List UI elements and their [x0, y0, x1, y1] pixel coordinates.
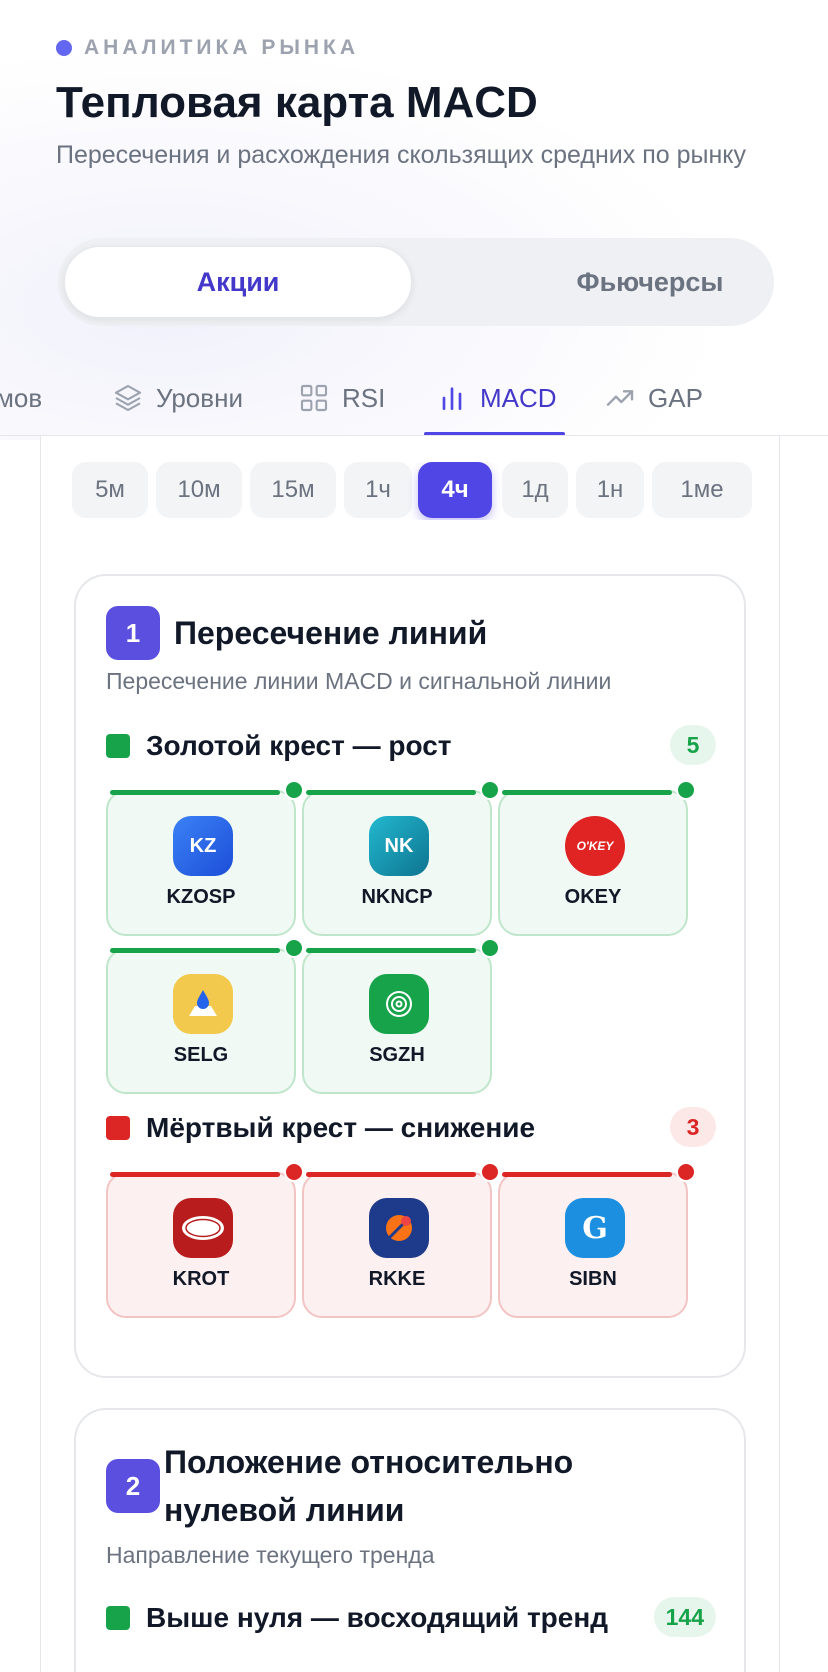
sgzh-logo-icon	[369, 974, 429, 1034]
timeframe-1h[interactable]: 1ч	[344, 462, 412, 518]
count-badge: 144	[653, 1597, 716, 1637]
group-label: Выше нуля — восходящий тренд	[146, 1602, 609, 1633]
count-badge: 5	[670, 725, 716, 765]
eyebrow: АНАЛИТИКА РЫНКА	[56, 36, 359, 60]
sibn-logo-icon: G	[565, 1198, 625, 1258]
group-label: Золотой крест — рост	[146, 730, 452, 761]
ticker-tile-sibn[interactable]: G SIBN	[498, 1162, 696, 1318]
tab-levels[interactable]: Уровни	[112, 360, 243, 435]
krot-logo-icon	[173, 1198, 233, 1258]
segment-futures[interactable]: Фьючерсы	[476, 246, 824, 318]
tab-label: MACD	[480, 382, 557, 413]
page-title: Тепловая карта MACD	[56, 78, 538, 127]
timeframe-4h[interactable]: 4ч	[418, 462, 492, 518]
group-label: Мёртвый крест — снижение	[146, 1112, 536, 1143]
golden-cross-header: Золотой крест — рост 5	[106, 725, 716, 766]
section-number-badge: 1	[106, 606, 160, 660]
timeframe-1d[interactable]: 1д	[502, 462, 568, 518]
tab-label: Уровни	[156, 382, 243, 413]
tile-status-dot	[284, 1162, 304, 1182]
tab-gap[interactable]: GAP	[604, 360, 703, 435]
timeframe-15m[interactable]: 15м	[250, 462, 336, 518]
ticker-tile-selg[interactable]: SELG	[106, 938, 304, 1094]
rkke-logo-icon	[369, 1198, 429, 1258]
section-subtitle: Направление текущего тренда	[106, 1542, 435, 1568]
count-badge: 3	[670, 1107, 716, 1147]
tab-label: мов	[0, 382, 43, 413]
tile-status-dot	[480, 1162, 500, 1182]
eyebrow-dot-icon	[56, 40, 72, 56]
tab-volumes[interactable]: мов	[0, 360, 43, 435]
tile-top-bar	[110, 790, 280, 795]
selg-logo-icon	[173, 974, 233, 1034]
tile-status-dot	[284, 780, 304, 800]
market-segment-control: Акции Фьючерсы	[58, 238, 774, 326]
ticker-symbol: NKNCP	[361, 886, 433, 908]
tile-top-bar	[502, 790, 672, 795]
eyebrow-label: АНАЛИТИКА РЫНКА	[84, 36, 360, 59]
tile-status-dot	[480, 780, 500, 800]
ticker-tile-kzosp[interactable]: KZ KZOSP	[106, 780, 304, 936]
ticker-tile-krot[interactable]: KROT	[106, 1162, 304, 1318]
ticker-symbol: SELG	[173, 1044, 229, 1066]
above-zero-header: Выше нуля — восходящий тренд 144	[106, 1597, 716, 1638]
section-title-line2: нулевой линии	[164, 1492, 405, 1528]
trending-up-icon	[606, 390, 634, 406]
tab-macd[interactable]: MACD	[424, 360, 565, 435]
tile-top-bar	[110, 1172, 280, 1177]
section-number-badge: 2	[106, 1459, 160, 1513]
section-subtitle: Пересечение линии MACD и сигнальной лини…	[106, 668, 612, 694]
rocket-emblem-icon	[386, 1215, 412, 1241]
timeframe-1w[interactable]: 1н	[576, 462, 644, 518]
kzosp-logo-icon: KZ	[173, 816, 233, 876]
section-crossover-card: 1 Пересечение линий Пересечение линии MA…	[74, 574, 746, 1378]
ticker-symbol: RKKE	[368, 1268, 426, 1290]
tab-label: RSI	[342, 382, 386, 413]
timeframe-10m[interactable]: 10м	[156, 462, 242, 518]
segment-stocks[interactable]: Акции	[64, 246, 412, 318]
grid-icon	[300, 384, 328, 412]
ticker-tile-rkke[interactable]: RKKE	[302, 1162, 500, 1318]
tile-top-bar	[110, 948, 280, 953]
timeframe-5m[interactable]: 5м	[72, 462, 148, 518]
tab-label: GAP	[648, 382, 703, 413]
bar-chart-icon	[442, 387, 462, 410]
ticker-tile-sgzh[interactable]: SGZH	[302, 938, 500, 1094]
tile-top-bar	[306, 948, 476, 953]
ticker-tile-nkncp[interactable]: NK NKNCP	[302, 780, 500, 936]
nkncp-logo-icon: NK	[369, 816, 429, 876]
indicator-tabs: мов Уровни RSI MACD GAP	[0, 360, 828, 436]
ticker-symbol: SIBN	[569, 1268, 617, 1290]
timeframe-1mo[interactable]: 1ме	[652, 462, 752, 518]
green-square-icon	[106, 1606, 130, 1630]
drop-icon	[189, 990, 217, 1016]
tile-status-dot	[284, 938, 304, 958]
ticker-symbol: SGZH	[369, 1044, 425, 1066]
section-title: Пересечение линий	[174, 615, 488, 651]
oval-emblem-icon	[182, 1216, 224, 1240]
death-cross-header: Мёртвый крест — снижение 3	[106, 1107, 716, 1148]
tile-top-bar	[306, 790, 476, 795]
section-zero-line-card: 2 Положение относительно нулевой линии Н…	[74, 1408, 746, 1672]
green-square-icon	[106, 734, 130, 758]
ticker-symbol: KZOSP	[166, 886, 236, 908]
okey-logo-icon: O'KEY	[565, 816, 625, 876]
tile-top-bar	[306, 1172, 476, 1177]
tile-status-dot	[480, 938, 500, 958]
tab-rsi[interactable]: RSI	[298, 360, 386, 435]
tile-status-dot	[676, 1162, 696, 1182]
ticker-tile-okey[interactable]: O'KEY OKEY	[498, 780, 696, 936]
ticker-symbol: KROT	[172, 1268, 230, 1290]
timeframe-selector: 5м 10м 15м 1ч 4ч 1д 1н 1ме	[72, 462, 754, 520]
section-title-line1: Положение относительно	[164, 1444, 574, 1480]
ticker-symbol: OKEY	[564, 886, 622, 908]
tile-top-bar	[502, 1172, 672, 1177]
layers-icon	[114, 384, 142, 412]
page-subtitle: Пересечения и расхождения скользящих сре…	[56, 141, 746, 169]
tile-status-dot	[676, 780, 696, 800]
red-square-icon	[106, 1116, 130, 1140]
spiral-icon	[386, 991, 412, 1017]
